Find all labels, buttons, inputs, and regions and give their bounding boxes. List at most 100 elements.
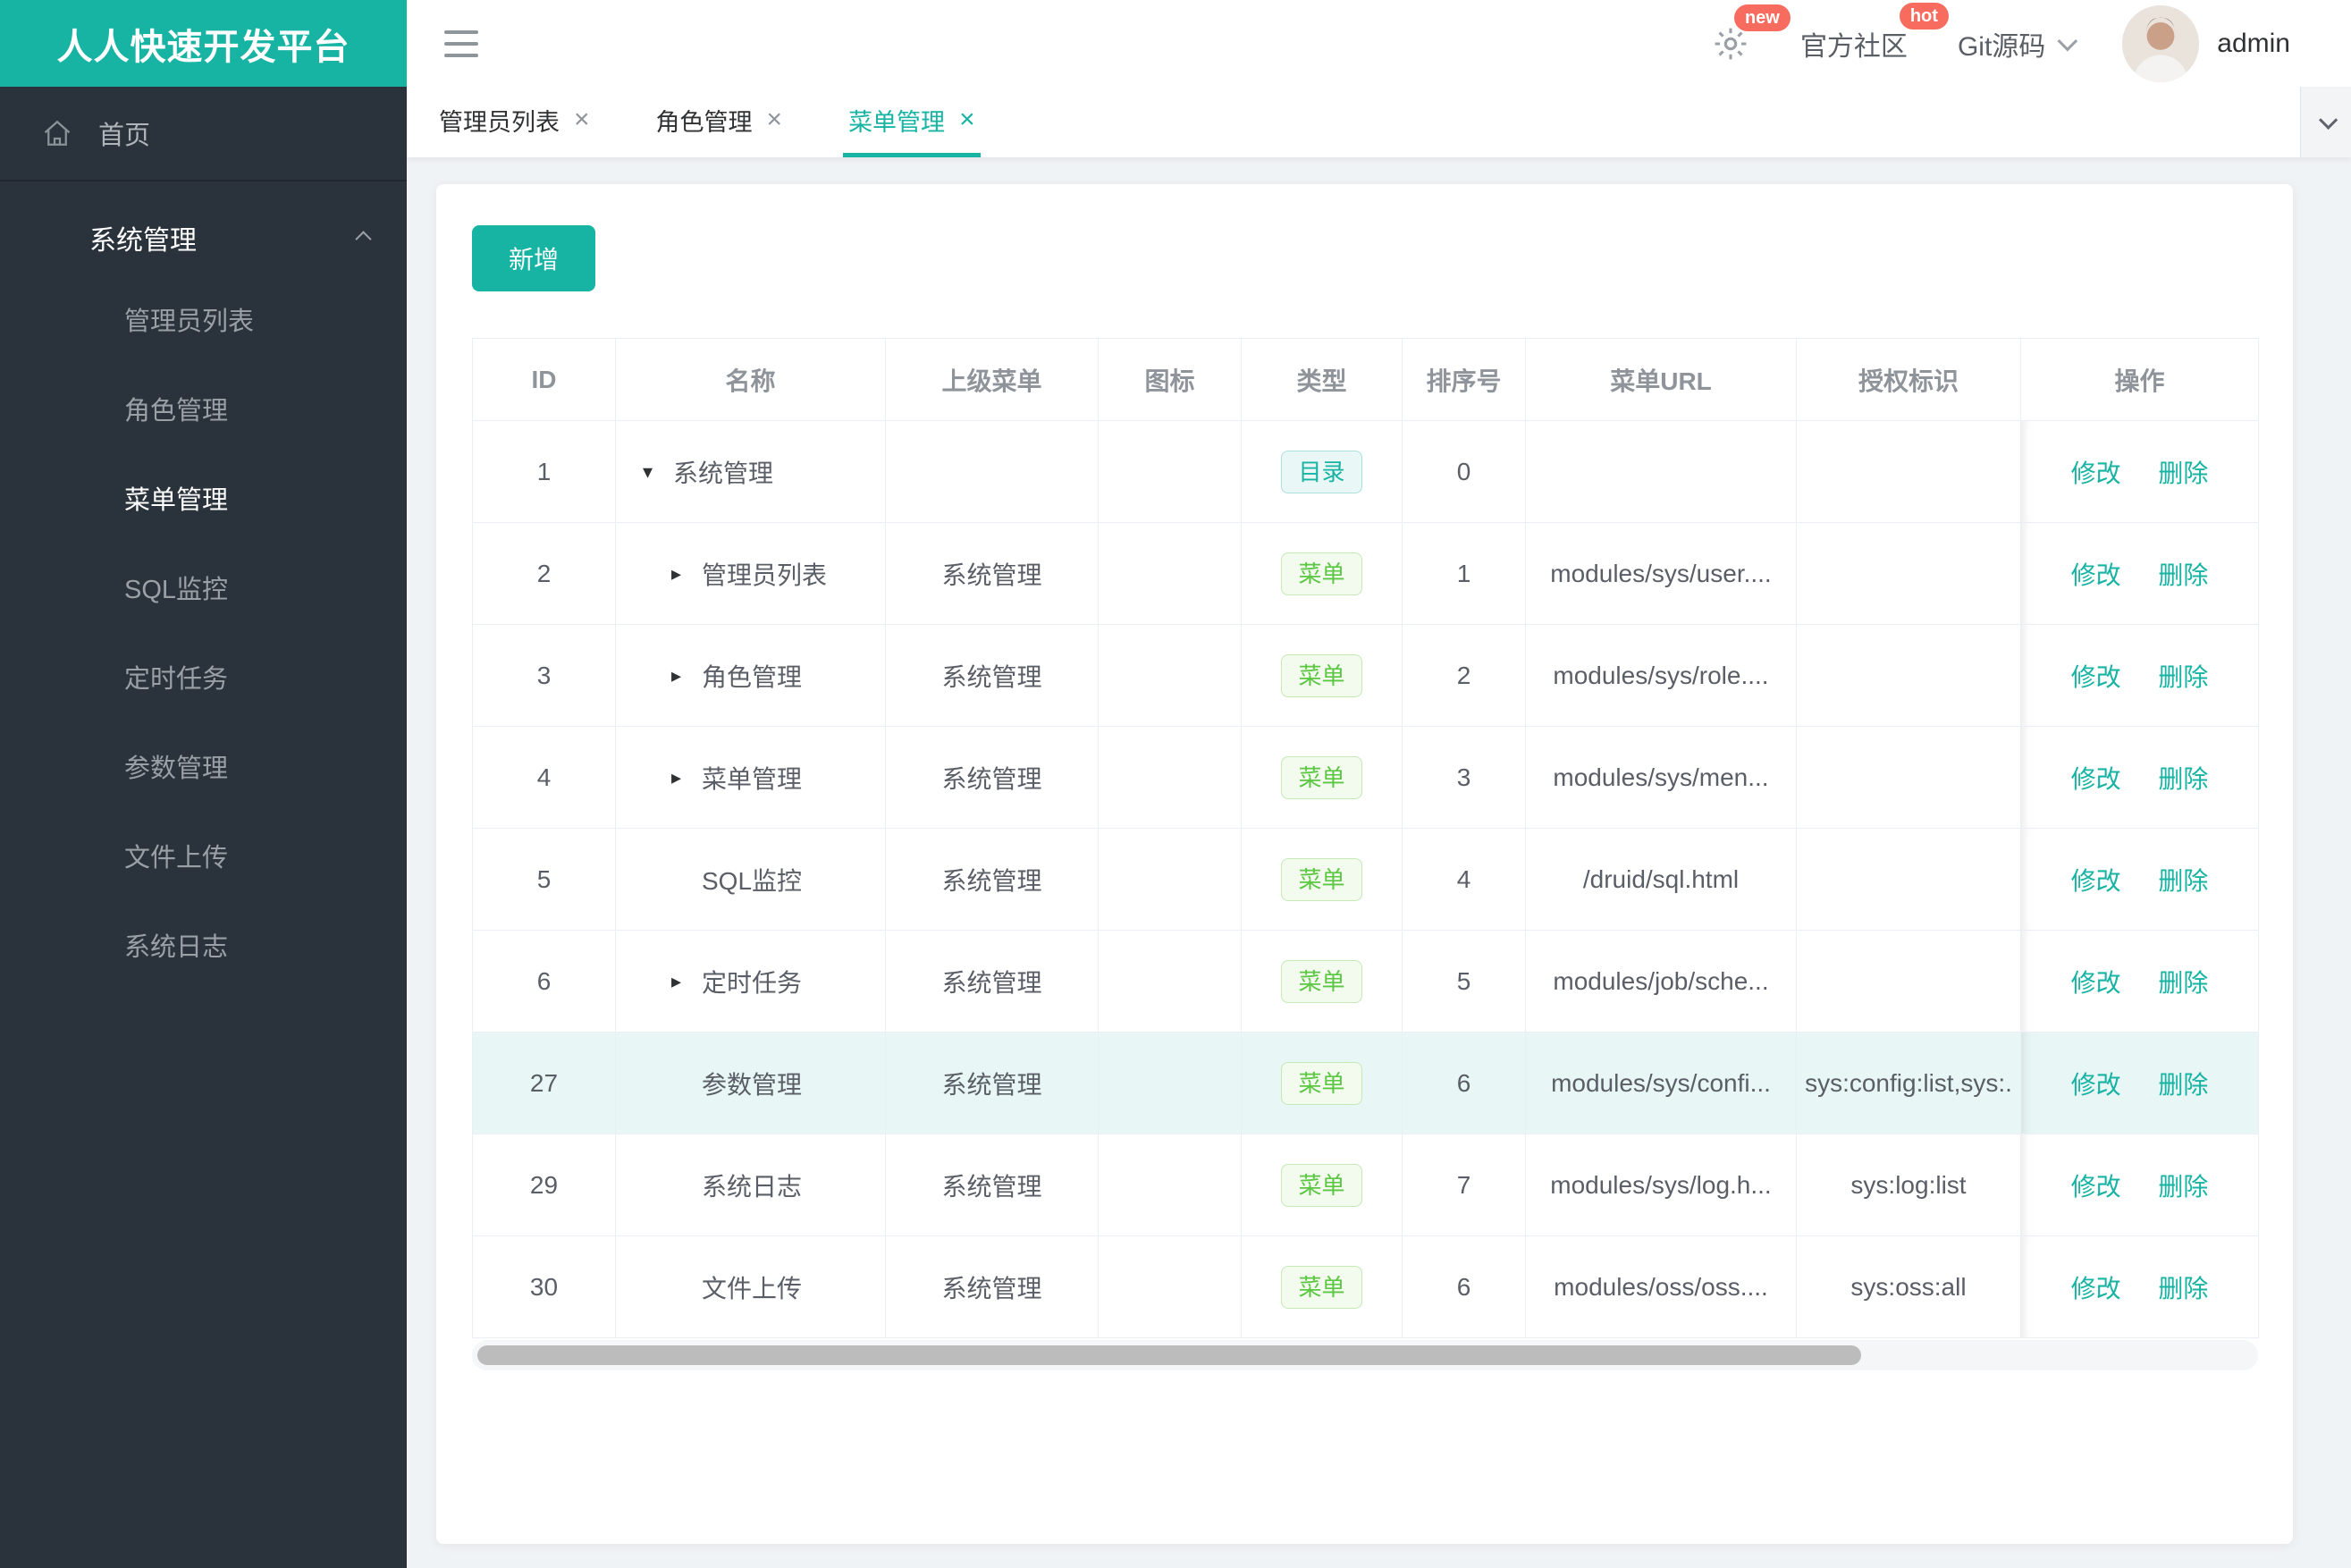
table-row[interactable]: 30 文件上传 系统管理 菜单 6 modules/oss/oss.... sy… — [472, 1235, 2259, 1338]
tab-0[interactable]: 管理员列表 × — [434, 87, 595, 157]
edit-link[interactable]: 修改 — [2071, 765, 2121, 793]
delete-link[interactable]: 删除 — [2158, 765, 2208, 793]
horizontal-scrollbar[interactable] — [472, 1340, 2258, 1370]
tab-1[interactable]: 角色管理 × — [651, 87, 788, 157]
sidebar-item-6[interactable]: 文件上传 — [0, 811, 407, 900]
delete-link[interactable]: 删除 — [2158, 459, 2208, 487]
app-title: 人人快速开发平台 — [56, 27, 350, 67]
cell-type: 目录 — [1241, 420, 1403, 523]
type-badge: 菜单 — [1281, 1163, 1362, 1207]
close-icon[interactable]: × — [574, 106, 590, 133]
tree-toggle-icon[interactable]: ▸ — [671, 664, 702, 687]
sidebar-item-2[interactable]: 菜单管理 — [0, 453, 407, 543]
sidebar-item-7[interactable]: 系统日志 — [0, 900, 407, 990]
sidebar-item-home[interactable]: 首页 — [0, 87, 407, 181]
cell-perms: sys:log:list — [1796, 1134, 2021, 1236]
column-header: 类型 — [1241, 338, 1403, 421]
cell-perms — [1796, 828, 2021, 931]
sidebar-menu: 管理员列表 角色管理 菜单管理 SQL监控 定时任务 参数管理 文件上传 系统日… — [0, 274, 407, 990]
table-row[interactable]: 2 ▸ 管理员列表 系统管理 菜单 1 modules/sys/user....… — [472, 522, 2259, 625]
git-source-menu[interactable]: Git源码 — [1958, 24, 2078, 63]
cell-icon — [1098, 1235, 1242, 1338]
close-icon[interactable]: × — [767, 106, 783, 133]
edit-link[interactable]: 修改 — [2071, 1275, 2121, 1302]
tab-2[interactable]: 菜单管理 × — [843, 87, 981, 157]
edit-link[interactable]: 修改 — [2071, 1071, 2121, 1099]
delete-link[interactable]: 删除 — [2158, 1173, 2208, 1201]
type-badge: 菜单 — [1281, 1061, 1362, 1105]
menu-name: 角色管理 — [702, 662, 803, 691]
cell-menu-url: modules/sys/confi... — [1525, 1032, 1797, 1134]
edit-link[interactable]: 修改 — [2071, 459, 2121, 487]
menu-toggle-button[interactable] — [444, 29, 480, 59]
table-row[interactable]: 1 ▾ 系统管理 目录 0 修改 删除 — [472, 420, 2259, 523]
user-menu[interactable]: admin — [2122, 4, 2290, 82]
table-row[interactable]: 6 ▸ 定时任务 系统管理 菜单 5 modules/job/sche... 修… — [472, 930, 2259, 1033]
cell-perms — [1796, 930, 2021, 1033]
tab-list: 管理员列表 × 角色管理 × 菜单管理 × — [407, 87, 2351, 157]
tabs-dropdown-button[interactable] — [2300, 87, 2351, 157]
tree-toggle-icon[interactable]: ▸ — [671, 562, 702, 586]
close-icon[interactable]: × — [959, 106, 975, 133]
cell-actions: 修改 删除 — [2020, 1134, 2259, 1236]
column-header: 授权标识 — [1796, 338, 2021, 421]
sidebar-item-4[interactable]: 定时任务 — [0, 632, 407, 721]
table-row[interactable]: 4 ▸ 菜单管理 系统管理 菜单 3 modules/sys/men... 修改… — [472, 726, 2259, 829]
delete-link[interactable]: 删除 — [2158, 969, 2208, 997]
cell-id: 30 — [472, 1235, 616, 1338]
cell-order: 5 — [1402, 930, 1526, 1033]
column-header: 排序号 — [1402, 338, 1526, 421]
tab-label: 菜单管理 — [848, 108, 946, 136]
sidebar-group-system[interactable]: 系统管理 — [0, 201, 407, 274]
cell-type: 菜单 — [1241, 1235, 1403, 1338]
sidebar-item-0[interactable]: 管理员列表 — [0, 274, 407, 364]
menu-table: ID 名称 上级菜单 图标 类型 排序号 菜单URL 授权标识 操作 1 ▾ 系统管理 目录 0… — [472, 338, 2259, 1338]
cell-type: 菜单 — [1241, 624, 1403, 727]
sidebar-item-1[interactable]: 角色管理 — [0, 364, 407, 453]
tree-toggle-icon[interactable]: ▸ — [671, 766, 702, 789]
delete-link[interactable]: 删除 — [2158, 867, 2208, 895]
delete-link[interactable]: 删除 — [2158, 1275, 2208, 1302]
sidebar-item-label: 定时任务 — [124, 665, 229, 694]
sidebar-home-label: 首页 — [98, 122, 151, 150]
table-row[interactable]: 27 参数管理 系统管理 菜单 6 modules/sys/confi... s… — [472, 1032, 2259, 1134]
community-link[interactable]: 官方社区 hot — [1800, 2, 1949, 63]
cell-perms — [1796, 624, 2021, 727]
table-row[interactable]: 29 系统日志 系统管理 菜单 7 modules/sys/log.h... s… — [472, 1134, 2259, 1236]
tab-label: 角色管理 — [655, 108, 753, 136]
cell-id: 1 — [472, 420, 616, 523]
sidebar-item-label: 角色管理 — [124, 397, 229, 426]
type-badge: 菜单 — [1281, 755, 1362, 799]
edit-link[interactable]: 修改 — [2071, 663, 2121, 691]
sidebar-item-3[interactable]: SQL监控 — [0, 543, 407, 632]
sidebar-item-5[interactable]: 参数管理 — [0, 721, 407, 811]
cell-order: 4 — [1402, 828, 1526, 931]
tree-toggle-icon[interactable]: ▾ — [643, 460, 673, 484]
edit-link[interactable]: 修改 — [2071, 561, 2121, 589]
sidebar-group-label: 系统管理 — [89, 226, 197, 256]
cell-menu-url: modules/sys/role.... — [1525, 624, 1797, 727]
edit-link[interactable]: 修改 — [2071, 1173, 2121, 1201]
cell-order: 3 — [1402, 726, 1526, 829]
cell-icon — [1098, 420, 1242, 523]
tree-toggle-icon[interactable]: ▸ — [671, 970, 702, 993]
cell-actions: 修改 删除 — [2020, 726, 2259, 829]
cell-menu-url: modules/sys/log.h... — [1525, 1134, 1797, 1236]
cell-perms: sys:oss:all — [1796, 1235, 2021, 1338]
table-row[interactable]: 3 ▸ 角色管理 系统管理 菜单 2 modules/sys/role.... … — [472, 624, 2259, 727]
delete-link[interactable]: 删除 — [2158, 561, 2208, 589]
cell-name: ▸ 管理员列表 — [615, 522, 886, 625]
cell-menu-url — [1525, 420, 1797, 523]
scrollbar-thumb[interactable] — [477, 1345, 1861, 1365]
cell-actions: 修改 删除 — [2020, 1032, 2259, 1134]
cell-id: 4 — [472, 726, 616, 829]
cell-icon — [1098, 726, 1242, 829]
cell-type: 菜单 — [1241, 726, 1403, 829]
add-button[interactable]: 新增 — [472, 225, 595, 291]
table-row[interactable]: 5 SQL监控 系统管理 菜单 4 /druid/sql.html 修改 删除 — [472, 828, 2259, 931]
delete-link[interactable]: 删除 — [2158, 663, 2208, 691]
edit-link[interactable]: 修改 — [2071, 969, 2121, 997]
delete-link[interactable]: 删除 — [2158, 1071, 2208, 1099]
edit-link[interactable]: 修改 — [2071, 867, 2121, 895]
settings-button[interactable]: new — [1711, 4, 1791, 63]
